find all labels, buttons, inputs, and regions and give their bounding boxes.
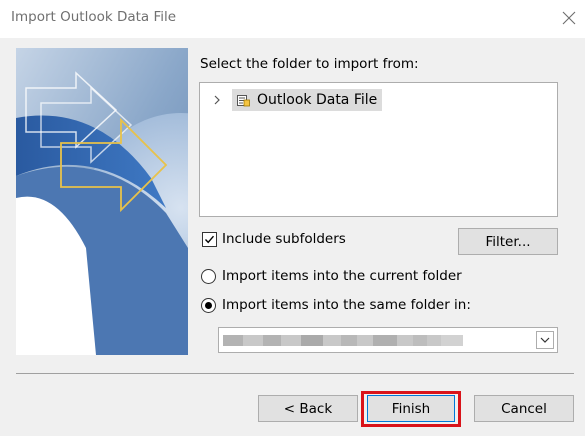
radio-current-label: Import items into the current folder [222,268,462,284]
checkbox-box[interactable] [202,231,217,247]
target-folder-dropdown[interactable] [218,327,558,353]
tree-node-selected[interactable]: Outlook Data File [232,89,383,111]
folder-select-label: Select the folder to import from: [200,56,419,72]
redacted-folder-name [223,335,463,346]
radio-import-same-folder[interactable]: Import items into the same folder in: [201,296,471,314]
pst-data-file-icon [236,93,250,107]
tree-item-outlook-data-file[interactable]: Outlook Data File [210,89,383,111]
window-title: Import Outlook Data File [11,9,177,25]
include-subfolders-label: Include subfolders [222,231,346,247]
cancel-button[interactable]: Cancel [474,395,574,422]
radio-import-current-folder[interactable]: Import items into the current folder [201,267,462,285]
include-subfolders-checkbox[interactable]: Include subfolders [202,230,346,248]
folder-tree[interactable]: Outlook Data File [199,82,558,217]
title-bar: Import Outlook Data File [0,0,585,38]
footer-divider [16,373,574,374]
radio-circle[interactable] [201,268,216,284]
radio-circle-selected[interactable] [201,297,216,313]
finish-highlight-annotation [361,391,461,427]
radio-same-label: Import items into the same folder in: [222,297,471,313]
chevron-right-icon[interactable] [210,93,224,107]
tree-label: Outlook Data File [257,92,378,108]
back-button[interactable]: < Back [258,395,358,422]
close-icon[interactable] [558,7,580,29]
chevron-down-icon[interactable] [536,331,554,349]
filter-button[interactable]: Filter... [458,228,558,255]
wizard-graphic [16,48,188,355]
